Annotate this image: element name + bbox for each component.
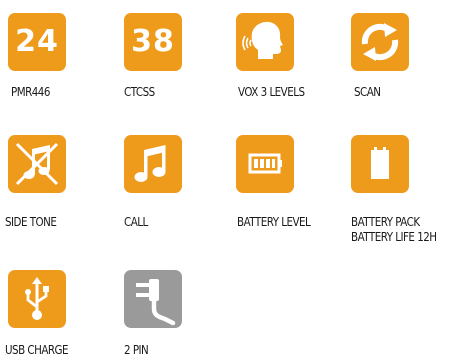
scan-arrows-icon <box>361 23 399 61</box>
pmr446-number: 24 <box>15 24 59 59</box>
usb-charge-label: USB CHARGE <box>5 343 69 357</box>
scan-tile <box>351 13 409 71</box>
vox-label: VOX 3 LEVELS <box>238 85 305 99</box>
scan-label: SCAN <box>354 85 381 99</box>
battery-level-icon <box>248 153 282 174</box>
call-label: CALL <box>124 215 148 229</box>
ctcss-label: CTCSS <box>124 85 155 99</box>
battery-pack-label: BATTERY PACK <box>351 215 420 229</box>
battery-pack-icon <box>371 147 389 179</box>
two-pin-tile <box>124 270 182 328</box>
call-tile <box>124 135 182 193</box>
battery-level-tile <box>236 135 294 193</box>
two-pin-plug-icon <box>136 279 176 326</box>
music-note-icon <box>134 145 166 182</box>
battery-level-label: BATTERY LEVEL <box>237 215 311 229</box>
pmr446-label: PMR446 <box>11 85 50 99</box>
vox-tile <box>236 13 294 71</box>
usb-icon <box>25 277 49 320</box>
side-tone-label: SIDE TONE <box>5 215 57 229</box>
ctcss-number: 38 <box>131 24 175 59</box>
battery-life-label: BATTERY LIFE 12H <box>351 230 437 244</box>
two-pin-label: 2 PIN <box>124 343 149 357</box>
ctcss-tile: 38 <box>124 13 182 71</box>
head-voice-icon <box>242 21 283 59</box>
pmr446-tile: 24 <box>8 13 66 71</box>
battery-pack-tile <box>351 135 409 193</box>
side-tone-tile <box>8 135 66 193</box>
usb-charge-tile <box>8 270 66 328</box>
muted-music-note-icon <box>15 142 59 186</box>
